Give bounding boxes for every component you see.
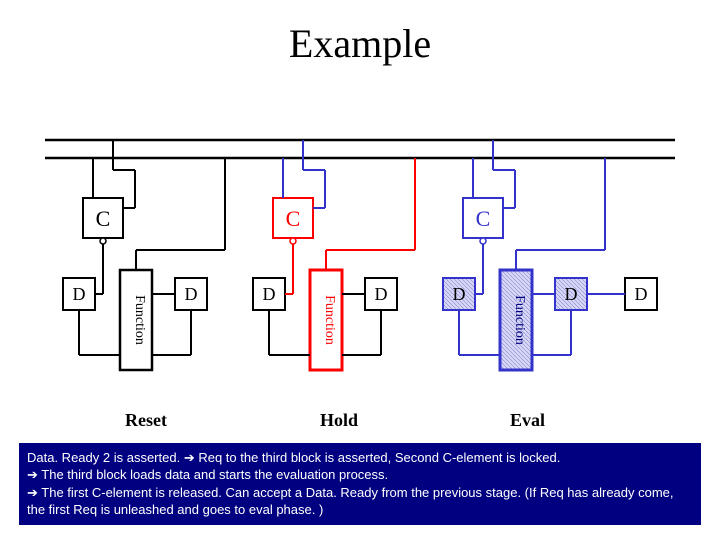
c-label-3: C bbox=[476, 206, 491, 231]
function-label-2: Function bbox=[322, 295, 337, 345]
function-label-1: Function bbox=[132, 295, 147, 345]
stage-reset: C D Function D bbox=[63, 140, 225, 370]
arrow-icon: ➔ bbox=[184, 449, 195, 467]
footer-text-2: The third block loads data and starts th… bbox=[38, 467, 388, 482]
d-label-out: D bbox=[635, 284, 648, 304]
d-label-2b: D bbox=[375, 284, 388, 304]
d-label-1a: D bbox=[73, 284, 86, 304]
footer-line-1: Data. Ready 2 is asserted. ➔ Req to the … bbox=[27, 449, 693, 467]
footer-note: Data. Ready 2 is asserted. ➔ Req to the … bbox=[19, 443, 701, 525]
state-eval: Eval bbox=[510, 410, 545, 431]
arrow-icon: ➔ bbox=[27, 466, 38, 484]
d-label-2a: D bbox=[263, 284, 276, 304]
state-hold: Hold bbox=[320, 410, 358, 431]
function-label-3: Function bbox=[512, 295, 527, 345]
footer-text-1a: Data. Ready 2 is asserted. bbox=[27, 450, 184, 465]
c-label-2: C bbox=[286, 206, 301, 231]
slide: Example C bbox=[0, 0, 720, 540]
d-label-3a: D bbox=[453, 284, 466, 304]
pipeline-diagram: C D Function D bbox=[45, 130, 675, 400]
d-label-3b: D bbox=[565, 284, 578, 304]
d-label-1b: D bbox=[185, 284, 198, 304]
footer-line-3: ➔ The first C-element is released. Can a… bbox=[27, 484, 693, 519]
footer-line-2: ➔ The third block loads data and starts … bbox=[27, 466, 693, 484]
stage-eval: C D Function D bbox=[443, 140, 657, 370]
footer-text-3: The first C-element is released. Can acc… bbox=[27, 485, 674, 518]
footer-text-1b: Req to the third block is asserted, Seco… bbox=[195, 450, 561, 465]
c-label-1: C bbox=[96, 206, 111, 231]
state-labels: Reset Hold Eval bbox=[45, 410, 675, 434]
diagram-svg: C D Function D bbox=[45, 130, 675, 400]
arrow-icon: ➔ bbox=[27, 484, 38, 502]
state-reset: Reset bbox=[125, 410, 167, 431]
page-title: Example bbox=[0, 20, 720, 67]
stage-hold: C D Function D bbox=[253, 140, 415, 370]
